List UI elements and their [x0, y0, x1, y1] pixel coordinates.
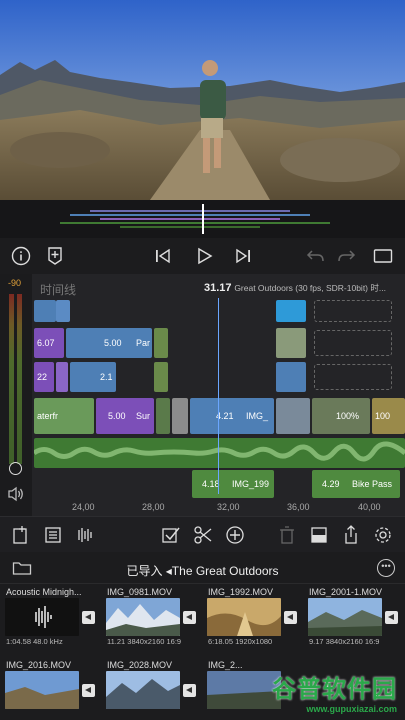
waveform-view-icon[interactable]	[74, 524, 96, 546]
timeline-clip[interactable]	[154, 362, 168, 392]
timeline-title: 时间线	[40, 283, 77, 297]
browser-header: 已导入 ◂The Great Outdoors •••	[0, 552, 405, 584]
media-item[interactable]: IMG_0981.MOV 11.21 3840x2160 16:9	[103, 585, 202, 647]
preview-frame	[0, 0, 405, 200]
list-view-icon[interactable]	[42, 524, 64, 546]
audio-track[interactable]	[34, 438, 405, 468]
placeholder-slot	[314, 300, 392, 322]
add-clip-icon[interactable]	[224, 524, 246, 546]
more-options-button[interactable]: •••	[377, 559, 395, 577]
speaker-icon[interactable]	[7, 486, 25, 507]
watermark: 谷普软件园 www.gupuxiazai.com	[272, 676, 397, 714]
placeholder-slot	[314, 364, 392, 390]
audio-clip[interactable]: 4.29 Bike Pass	[312, 470, 400, 498]
timeline-clip[interactable]	[276, 328, 306, 358]
media-browser: 已导入 ◂The Great Outdoors ••• Acoustic Mid…	[0, 552, 405, 720]
delete-icon[interactable]	[276, 524, 298, 546]
speaker-icon	[82, 684, 95, 697]
timeline-clip[interactable]: 100%	[312, 398, 370, 434]
timeline-clip[interactable]: 4.21 IMG_	[190, 398, 274, 434]
timeline-clip[interactable]	[34, 300, 56, 322]
audio-thumbnail	[5, 598, 79, 636]
skip-forward-icon[interactable]	[232, 244, 254, 268]
audio-meter[interactable]: -90	[0, 274, 32, 516]
speaker-icon	[183, 684, 196, 697]
audio-clip[interactable]: 4.18 IMG_199	[192, 470, 274, 498]
info-icon[interactable]	[10, 244, 32, 268]
skip-back-icon[interactable]	[152, 244, 174, 268]
volume-knob[interactable]	[9, 462, 22, 475]
edit-toolbar	[0, 516, 405, 552]
timeline-clip[interactable]	[276, 362, 306, 392]
video-thumbnail	[5, 671, 79, 709]
timeline[interactable]: -90 时间线 31.17 Great Outdoors (30 fps, SD…	[0, 274, 405, 516]
timeline-clip[interactable]	[56, 362, 68, 392]
browser-title[interactable]: 已导入 ◂The Great Outdoors	[0, 562, 405, 579]
timeline-clip[interactable]	[56, 300, 70, 322]
timeline-clip[interactable]	[156, 398, 170, 434]
share-icon[interactable]	[340, 524, 362, 546]
timeline-clip[interactable]: 5.00 Sur	[96, 398, 154, 434]
timecode: 31.17	[204, 282, 232, 294]
add-media-icon[interactable]	[10, 524, 32, 546]
timecode-display: 31.17 Great Outdoors (30 fps, SDR-10bit)…	[204, 282, 386, 294]
audio-waveform	[34, 441, 405, 462]
media-item[interactable]: IMG_2016.MOV	[2, 658, 101, 720]
fullscreen-icon[interactable]	[372, 244, 394, 268]
video-thumbnail	[207, 598, 281, 636]
timeline-clip[interactable]	[276, 398, 310, 434]
time-ruler[interactable]: 24,00 28,00 32,00 36,00 40,00	[32, 496, 405, 516]
timeline-clip[interactable]: 5.00 Par	[66, 328, 152, 358]
transport-bar	[0, 238, 405, 274]
speaker-icon	[385, 611, 398, 624]
placeholder-slot	[314, 330, 392, 356]
video-preview[interactable]	[0, 0, 405, 200]
timeline-clip[interactable]: 100	[372, 398, 405, 434]
timeline-clip[interactable]: 6.07	[34, 328, 64, 358]
speaker-icon	[183, 611, 196, 624]
meter-level: -90	[8, 278, 22, 288]
video-thumbnail	[207, 671, 281, 709]
scissors-icon[interactable]	[192, 524, 214, 546]
playhead[interactable]	[218, 298, 219, 494]
speaker-icon	[82, 611, 95, 624]
timeline-clip[interactable]	[172, 398, 188, 434]
timeline-clip[interactable]: 2.1	[70, 362, 116, 392]
timeline-clip[interactable]: 22	[34, 362, 54, 392]
media-item[interactable]: IMG_2028.MOV	[103, 658, 202, 720]
split-view-icon[interactable]	[308, 524, 330, 546]
redo-icon[interactable]	[336, 244, 358, 268]
media-item[interactable]: Acoustic Midnigh... 1:04.58 48.0 kHz	[2, 585, 101, 647]
video-thumbnail	[308, 598, 382, 636]
video-thumbnail	[106, 671, 180, 709]
project-info: Great Outdoors (30 fps, SDR-10bit) 时...	[234, 283, 386, 293]
timeline-clip[interactable]	[276, 300, 306, 322]
add-marker-icon[interactable]	[44, 244, 66, 268]
settings-icon[interactable]	[372, 524, 394, 546]
timeline-clip[interactable]	[154, 328, 168, 358]
select-icon[interactable]	[160, 524, 182, 546]
speaker-icon	[284, 611, 297, 624]
media-item[interactable]: IMG_1992.MOV 6:18.05 1920x1080	[204, 585, 303, 647]
undo-icon[interactable]	[304, 244, 326, 268]
video-thumbnail	[106, 598, 180, 636]
timeline-clip[interactable]: aterfr	[34, 398, 94, 434]
overview-playhead[interactable]	[202, 204, 204, 234]
media-item[interactable]: IMG_2001-1.MOV 9.17 3840x2160 16:9	[305, 585, 404, 647]
timeline-overview[interactable]	[0, 200, 405, 238]
play-icon[interactable]	[193, 244, 215, 268]
